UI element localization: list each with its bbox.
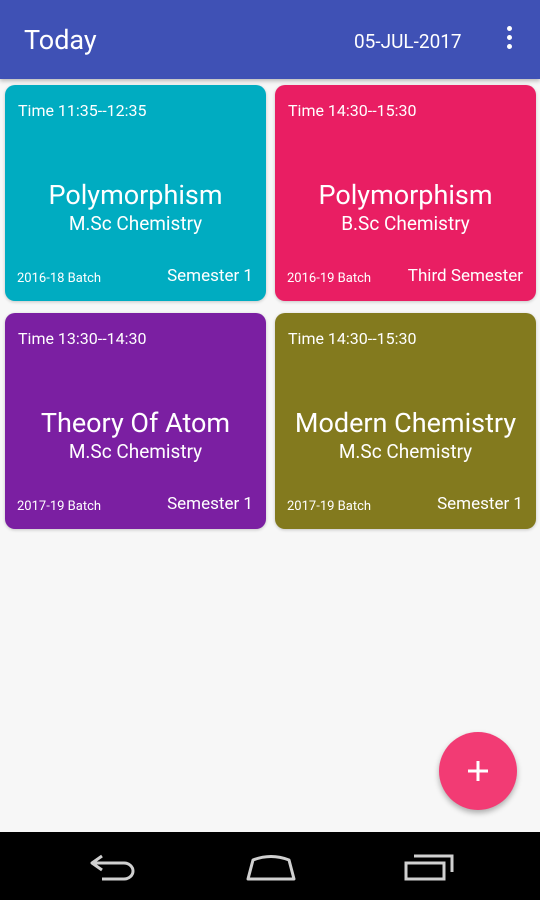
- class-batch: 2016-19 Batch: [287, 271, 372, 286]
- class-subject: Modern Chemistry: [294, 407, 517, 439]
- add-class-button[interactable]: [439, 732, 517, 810]
- class-course: M.Sc Chemistry: [338, 440, 473, 463]
- more-vert-icon[interactable]: [498, 26, 520, 54]
- class-batch: 2016-18 Batch: [17, 271, 102, 286]
- class-course: B.Sc Chemistry: [341, 212, 470, 235]
- class-semester: Semester 1: [167, 494, 253, 514]
- class-card[interactable]: Time 14:30--15:30 Polymorphism B.Sc Chem…: [275, 85, 536, 301]
- page-title: Today: [24, 24, 97, 56]
- class-batch: 2017-19 Batch: [17, 499, 102, 514]
- recent-apps-icon[interactable]: [402, 852, 456, 882]
- class-semester: Semester 1: [437, 494, 523, 514]
- class-semester: Third Semester: [407, 266, 523, 286]
- app-bar: Today 05-JUL-2017: [0, 0, 540, 79]
- current-date[interactable]: 05-JUL-2017: [354, 30, 462, 53]
- class-card[interactable]: Time 13:30--14:30 Theory Of Atom M.Sc Ch…: [5, 313, 266, 529]
- class-time: Time 14:30--15:30: [288, 101, 417, 120]
- class-batch: 2017-19 Batch: [287, 499, 372, 514]
- class-card[interactable]: Time 11:35--12:35 Polymorphism M.Sc Chem…: [5, 85, 266, 301]
- class-time: Time 13:30--14:30: [18, 329, 147, 348]
- back-icon[interactable]: [88, 852, 138, 882]
- add-icon: [468, 761, 488, 781]
- class-time: Time 11:35--12:35: [18, 101, 147, 120]
- home-icon[interactable]: [244, 852, 298, 882]
- class-subject: Polymorphism: [48, 179, 223, 211]
- class-subject: Polymorphism: [318, 179, 493, 211]
- class-subject: Theory Of Atom: [40, 407, 231, 439]
- class-course: M.Sc Chemistry: [68, 212, 203, 235]
- class-card[interactable]: Time 14:30--15:30 Modern Chemistry M.Sc …: [275, 313, 536, 529]
- system-nav-bar: [0, 832, 540, 900]
- class-semester: Semester 1: [167, 266, 253, 286]
- class-time: Time 14:30--15:30: [288, 329, 417, 348]
- class-course: M.Sc Chemistry: [68, 440, 203, 463]
